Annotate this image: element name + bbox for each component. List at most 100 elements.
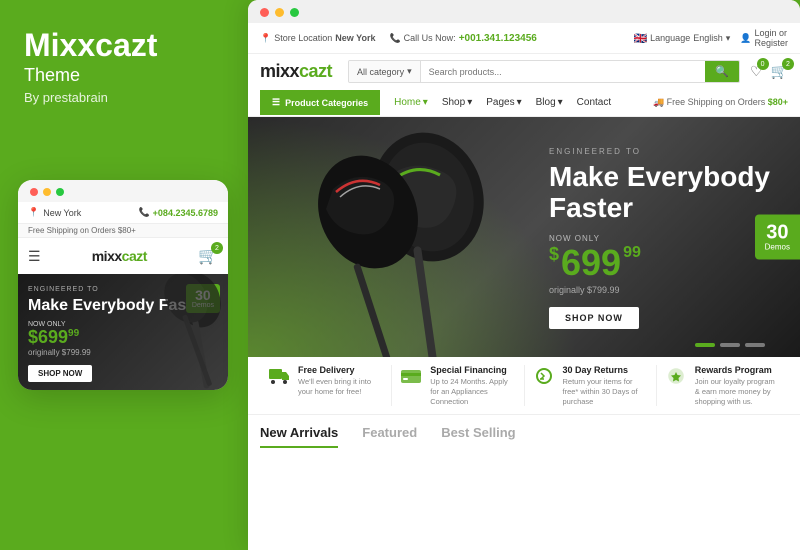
chevron-down-icon: ▾ xyxy=(467,97,472,108)
brand-by: By prestabrain xyxy=(24,90,224,105)
feature-delivery-desc: We'll even bring it into your home for f… xyxy=(298,377,383,397)
language-value: English xyxy=(693,33,723,43)
nav-shipping-notice: 🚚 Free Shipping on Orders $80+ xyxy=(653,97,788,108)
hero-price-container: $ 699 99 xyxy=(549,245,770,281)
mobile-dot-green xyxy=(56,188,64,196)
store-location: 📍 Store Location New York xyxy=(260,33,375,44)
store-phone: 📞 Call Us Now: +001.341.123456 xyxy=(389,33,536,44)
login-register[interactable]: 👤 Login or Register xyxy=(740,28,788,48)
mobile-shipping-notice: Free Shipping on Orders $80+ xyxy=(18,224,228,238)
language-label: Language xyxy=(650,33,690,43)
feature-returns-desc: Return your items for free* within 30 Da… xyxy=(563,377,648,406)
slider-dot-1[interactable] xyxy=(695,343,715,347)
feature-financing-desc: Up to 24 Months. Apply for an Appliances… xyxy=(430,377,515,406)
nav-link-contact[interactable]: Contact xyxy=(577,89,611,116)
mobile-topbar-left: 📍 New York xyxy=(28,207,81,218)
hero-price-dollar: $ xyxy=(549,245,559,263)
product-categories-label: Product Categories xyxy=(285,98,368,108)
feature-returns-text: 30 Day Returns Return your items for fre… xyxy=(563,365,648,406)
mobile-header: ☰ mixxcazt 🛒 2 xyxy=(18,238,228,274)
cart-badge: 2 xyxy=(782,58,794,70)
financing-icon xyxy=(400,367,422,390)
shop-label: Shop xyxy=(442,97,465,108)
call-label: Call Us Now: xyxy=(404,33,456,43)
login-text: Login or Register xyxy=(754,28,788,48)
hero-golf-clubs-image xyxy=(268,117,548,357)
store-topbar-right: 🇬🇧 Language English ▾ 👤 Login or Registe… xyxy=(633,28,788,48)
feature-rewards-text: Rewards Program Join our loyalty program… xyxy=(695,365,780,406)
mobile-golf-image xyxy=(148,274,228,390)
features-bar: Free Delivery We'll even bring it into y… xyxy=(248,357,800,415)
chevron-down-icon: ▾ xyxy=(558,97,563,108)
nav-link-shop[interactable]: Shop ▾ xyxy=(442,89,472,116)
mobile-shop-btn[interactable]: SHOP NOW xyxy=(28,365,92,382)
cart-icon[interactable]: 🛒 2 xyxy=(771,63,788,80)
user-icon: 👤 xyxy=(740,33,751,44)
search-category-dropdown[interactable]: All category ▾ xyxy=(349,61,421,82)
main-nav: ☰ Product Categories Home ▾ Shop ▾ Pages… xyxy=(248,89,800,117)
tab-featured[interactable]: Featured xyxy=(362,425,417,448)
phone-number: +001.341.123456 xyxy=(459,33,537,44)
chevron-down-icon: ▾ xyxy=(517,97,522,108)
store-location-value: New York xyxy=(335,33,375,43)
feature-returns-title: 30 Day Returns xyxy=(563,365,648,375)
mobile-price-cents: 99 xyxy=(68,328,79,339)
search-button[interactable]: 🔍 xyxy=(705,61,739,82)
feature-free-delivery: Free Delivery We'll even bring it into y… xyxy=(260,365,392,406)
store-location-label: Store Location xyxy=(274,33,332,43)
mobile-cart-icon[interactable]: 🛒 2 xyxy=(198,246,218,266)
hero-content: ENGINEERED TO Make Everybody Faster NOW … xyxy=(549,147,770,329)
hero-section: ENGINEERED TO Make Everybody Faster NOW … xyxy=(248,117,800,357)
store-nav: mixxcazt All category ▾ 🔍 ♡ 0 🛒 2 xyxy=(248,54,800,89)
chevron-down-icon: ▾ xyxy=(407,66,412,77)
mobile-price-main: $699 xyxy=(28,327,68,347)
slider-dot-2[interactable] xyxy=(720,343,740,347)
feature-rewards-title: Rewards Program xyxy=(695,365,780,375)
mobile-mockup: 📍 New York 📞 +084.2345.6789 Free Shippin… xyxy=(18,180,228,390)
hero-demos-count: 30 xyxy=(765,223,790,243)
hero-demos-label: Demos xyxy=(765,243,790,252)
language-selector[interactable]: 🇬🇧 Language English ▾ xyxy=(633,32,730,45)
hero-price-cents: 99 xyxy=(623,245,641,261)
nav-link-blog[interactable]: Blog ▾ xyxy=(536,89,563,116)
mobile-dot-yellow xyxy=(43,188,51,196)
search-input[interactable] xyxy=(421,61,706,82)
slider-dot-3[interactable] xyxy=(745,343,765,347)
mobile-topbar: 📍 New York 📞 +084.2345.6789 xyxy=(18,202,228,224)
feature-delivery-title: Free Delivery xyxy=(298,365,383,375)
wishlist-icon[interactable]: ♡ 0 xyxy=(750,63,763,80)
pages-label: Pages xyxy=(486,97,514,108)
product-categories-button[interactable]: ☰ Product Categories xyxy=(260,90,380,115)
chevron-down-icon: ▾ xyxy=(423,97,428,108)
mobile-cart-badge: 2 xyxy=(211,242,223,254)
search-container: All category ▾ 🔍 xyxy=(348,60,740,83)
hero-price-main: 699 xyxy=(561,245,621,281)
hero-shop-button[interactable]: SHOP NOW xyxy=(549,307,639,329)
tab-new-arrivals[interactable]: New Arrivals xyxy=(260,425,338,448)
nav-link-pages[interactable]: Pages ▾ xyxy=(486,89,521,116)
feature-financing-text: Special Financing Up to 24 Months. Apply… xyxy=(430,365,515,406)
store-logo: mixxcazt xyxy=(260,61,332,82)
mobile-location: New York xyxy=(43,208,81,218)
mobile-hamburger-icon[interactable]: ☰ xyxy=(28,248,41,265)
mobile-window-controls xyxy=(18,180,228,202)
feature-returns: 30 Day Returns Return your items for fre… xyxy=(525,365,657,406)
shipping-min-amount: $80+ xyxy=(768,97,788,107)
home-label: Home xyxy=(394,97,421,108)
browser-dot-green xyxy=(290,8,299,17)
wishlist-badge: 0 xyxy=(757,58,769,70)
feature-delivery-text: Free Delivery We'll even bring it into y… xyxy=(298,365,383,397)
truck-icon xyxy=(268,367,290,390)
mobile-price: $69999 xyxy=(28,328,79,346)
browser-dot-red xyxy=(260,8,269,17)
mobile-hero: ENGINEERED TO Make Everybody Faster NOW … xyxy=(18,274,228,390)
chevron-down-icon: ▾ xyxy=(726,33,731,44)
feature-rewards-desc: Join our loyalty program & earn more mon… xyxy=(695,377,780,406)
brand-subtitle: Theme xyxy=(24,65,224,86)
left-panel: Mixxcazt Theme By prestabrain 📍 New York… xyxy=(0,0,248,550)
blog-label: Blog xyxy=(536,97,556,108)
nav-link-home[interactable]: Home ▾ xyxy=(394,89,428,116)
nav-links: Home ▾ Shop ▾ Pages ▾ Blog ▾ Contact xyxy=(380,89,653,116)
nav-icons: ♡ 0 🛒 2 xyxy=(750,63,788,80)
tab-best-selling[interactable]: Best Selling xyxy=(441,425,515,448)
